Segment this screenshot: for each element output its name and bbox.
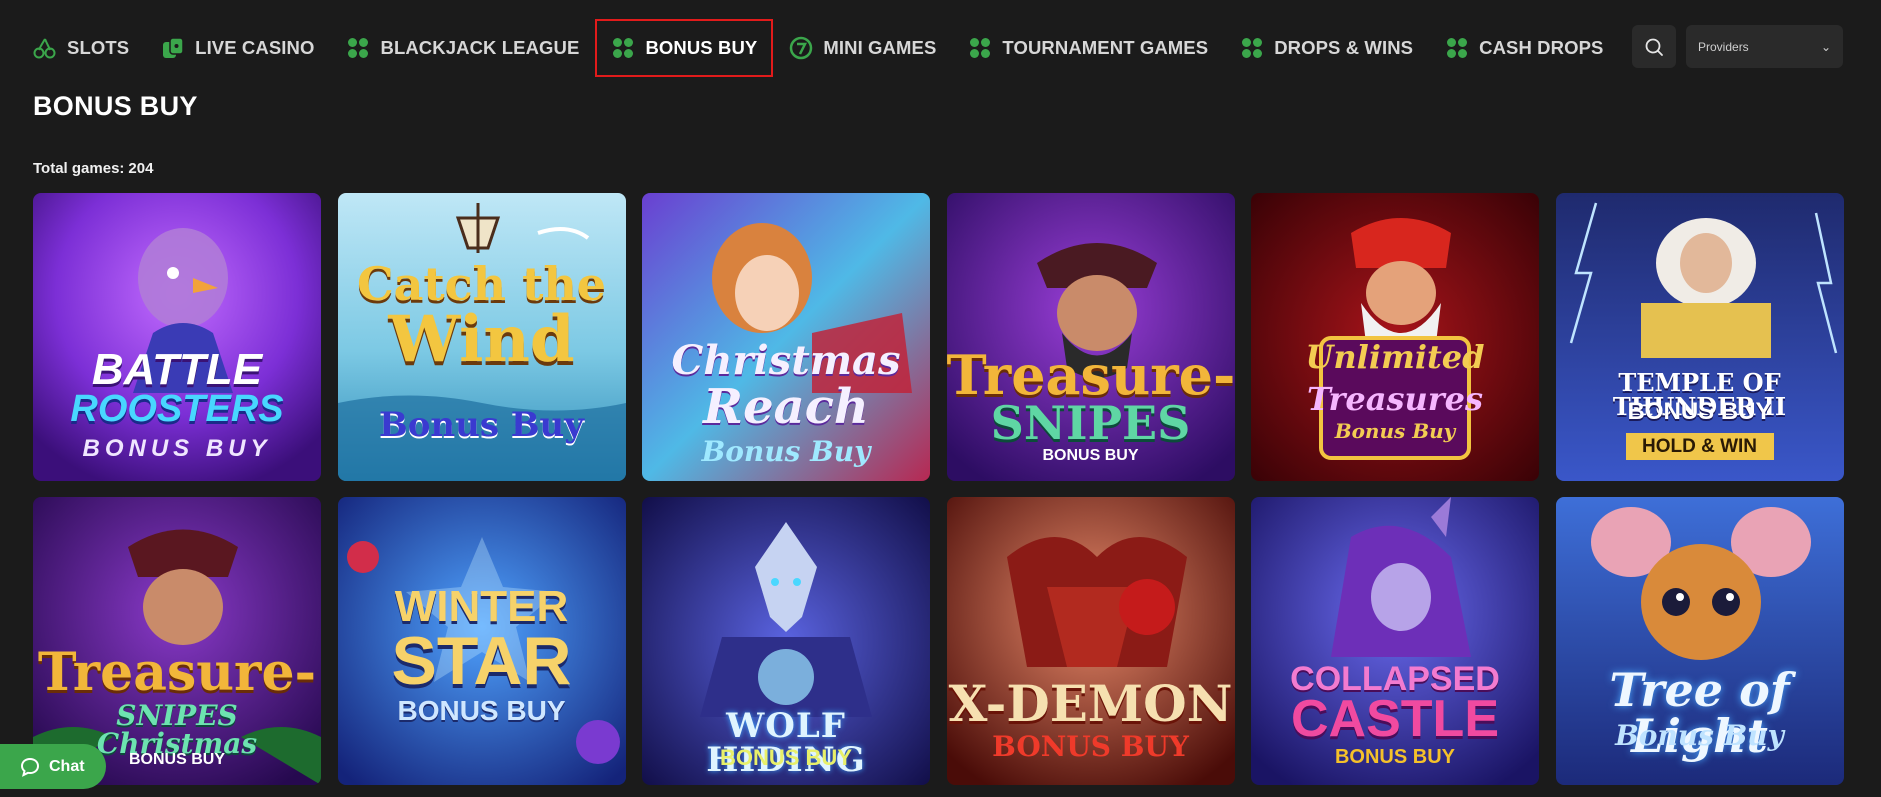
clover-icon bbox=[970, 38, 991, 58]
clover-icon bbox=[1447, 38, 1468, 58]
nav-item-label: BLACKJACK LEAGUE bbox=[380, 37, 580, 58]
game-title-line2: BONUS BUY bbox=[1627, 398, 1772, 425]
nav-item-label: MINI GAMES bbox=[823, 37, 937, 58]
total-games: Total games: 204 bbox=[33, 160, 153, 177]
game-title-line1: Catch the bbox=[356, 257, 607, 311]
nav-item-bonus-buy[interactable]: BONUS BUY bbox=[595, 19, 774, 77]
game-title-line1: Treasure- bbox=[37, 642, 317, 703]
game-title-line3: BONUS BUY bbox=[719, 745, 852, 770]
nav-item-tournament-games[interactable]: TOURNAMENT GAMES bbox=[952, 19, 1224, 77]
game-title-line2: Treasures bbox=[1307, 380, 1483, 418]
game-title-line3: BONUS BUY bbox=[1334, 746, 1455, 768]
seven-coin-icon bbox=[790, 36, 813, 60]
game-tile-treasure-snipes[interactable]: Treasure- SNIPES BONUS BUY bbox=[946, 193, 1235, 481]
game-title-line3: BONUS BUY bbox=[1042, 447, 1139, 464]
search-icon bbox=[1645, 38, 1663, 56]
search-button[interactable] bbox=[1632, 25, 1676, 68]
game-title-line2: Wind bbox=[388, 302, 575, 377]
game-tile-battle-roosters[interactable]: BATTLE ROOSTERS BONUS BUY bbox=[33, 193, 321, 481]
nav-item-label: LIVE CASINO bbox=[195, 37, 315, 58]
game-title-line1: BATTLE bbox=[91, 345, 263, 394]
nav-item-slots[interactable]: SLOTS bbox=[33, 19, 145, 77]
game-title-line2: ROOSTERS bbox=[70, 388, 284, 430]
chevron-down-icon: ⌄ bbox=[1820, 39, 1831, 54]
game-tile-unlimited-treasures[interactable]: Unlimited Treasures Bonus Buy bbox=[1251, 193, 1539, 481]
game-tile-temple-of-thunder-2[interactable]: TEMPLE OF THUNDER II BONUS BUY HOLD & WI… bbox=[1555, 193, 1844, 481]
game-tile-tree-of-light[interactable]: Tree of Light Bonus Buy bbox=[1555, 497, 1844, 785]
clover-icon bbox=[613, 38, 634, 58]
game-title-line3: BONUS BUY bbox=[397, 695, 566, 726]
game-tile-collapsed-castle[interactable]: COLLAPSED CASTLE BONUS BUY bbox=[1251, 497, 1539, 785]
game-tile-wolf-hiding[interactable]: WOLF HIDING BONUS BUY bbox=[642, 497, 930, 785]
game-tile-winter-star[interactable]: WINTER STAR BONUS BUY bbox=[337, 497, 626, 785]
clover-icon bbox=[348, 38, 369, 58]
game-title-line3: Bonus Buy bbox=[1615, 719, 1784, 752]
nav-item-label: TOURNAMENT GAMES bbox=[1002, 37, 1209, 58]
nav-item-label: SLOTS bbox=[67, 37, 130, 58]
nav-item-drops-wins[interactable]: DROPS & WINS bbox=[1224, 19, 1429, 77]
game-title-line1: Unlimited bbox=[1305, 338, 1485, 376]
game-tile-catch-the-wind[interactable]: Catch the Wind Bonus Buy bbox=[337, 193, 626, 481]
nav-item-mini-games[interactable]: MINI GAMES bbox=[773, 19, 952, 77]
game-title-line1: Treasure- bbox=[946, 343, 1235, 407]
game-title-line2: SNIPES bbox=[990, 396, 1191, 450]
dice-card-icon bbox=[163, 37, 184, 58]
chat-label: Chat bbox=[49, 757, 85, 775]
chat-button[interactable]: Chat bbox=[0, 744, 106, 789]
clover-icon bbox=[1242, 38, 1263, 58]
game-tile-treasure-snipes-christmas[interactable]: Treasure- SNIPES Christmas BONUS BUY bbox=[33, 497, 321, 785]
total-games-count: 204 bbox=[128, 160, 154, 177]
game-title-line3: Bonus Buy bbox=[1334, 419, 1456, 443]
providers-dropdown[interactable]: Providers ⌄ bbox=[1686, 25, 1843, 68]
game-title-line2: Reach bbox=[703, 379, 869, 435]
nav-item-live-casino[interactable]: LIVE CASINO bbox=[145, 19, 330, 77]
game-tile-christmas-reach[interactable]: Christmas Reach Bonus Buy bbox=[642, 193, 930, 481]
total-games-label: Total games: bbox=[33, 160, 125, 177]
game-title-line3: BONUS BUY bbox=[82, 435, 272, 462]
game-title-line3: HOLD & WIN bbox=[1625, 433, 1774, 460]
page-title: BONUS BUY bbox=[33, 91, 198, 121]
chat-bubble-icon bbox=[20, 757, 40, 777]
game-title-line2: STAR bbox=[391, 623, 572, 699]
game-title-line3: BONUS BUY bbox=[992, 730, 1189, 763]
game-title-line1: Christmas bbox=[671, 337, 901, 384]
cherries-icon bbox=[33, 38, 56, 59]
nav-item-label: DROPS & WINS bbox=[1274, 37, 1414, 58]
game-tile-x-demon[interactable]: X-DEMON BONUS BUY bbox=[946, 497, 1235, 785]
category-nav: SLOTS LIVE CASINO BLACKJACK LEAGUE BONUS… bbox=[33, 18, 1619, 78]
nav-item-cash-drops[interactable]: CASH DROPS bbox=[1429, 19, 1619, 77]
game-title-line2: CASTLE bbox=[1291, 690, 1499, 748]
nav-item-label: CASH DROPS bbox=[1479, 37, 1604, 58]
nav-item-label: BONUS BUY bbox=[645, 37, 758, 58]
game-title-line3: Bonus Buy bbox=[701, 435, 871, 468]
game-title-line2: X-DEMON bbox=[948, 674, 1233, 733]
game-grid: BATTLE ROOSTERS BONUS BUY Catch the Wind… bbox=[33, 193, 1844, 785]
nav-item-blackjack-league[interactable]: BLACKJACK LEAGUE bbox=[330, 19, 595, 77]
providers-label: Providers bbox=[1698, 39, 1749, 54]
game-title-line3: Bonus Buy bbox=[378, 405, 585, 445]
